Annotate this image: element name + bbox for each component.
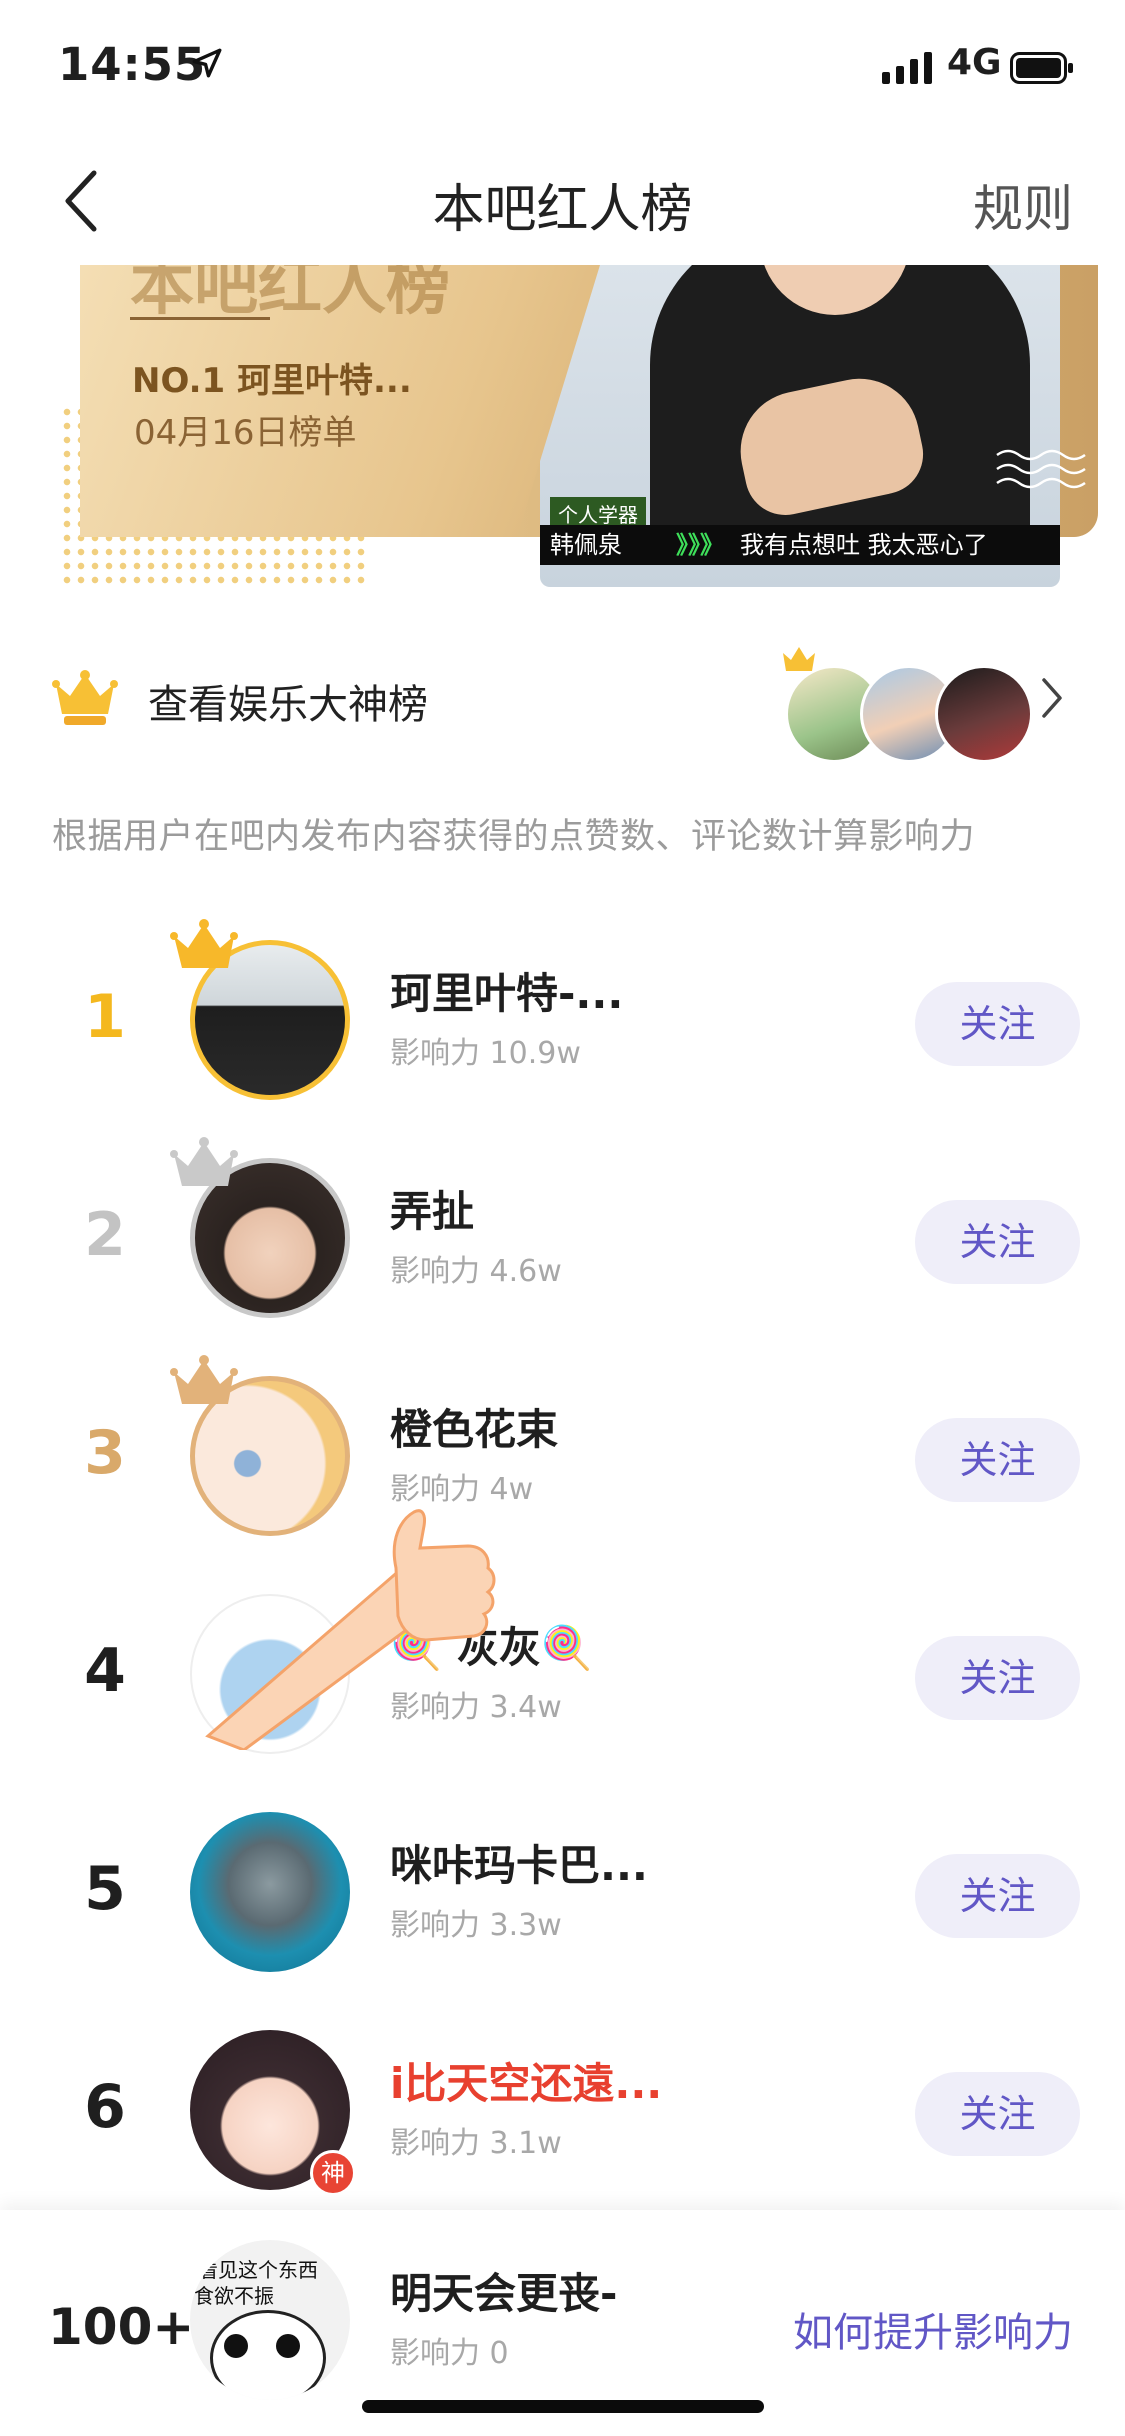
entertainment-avatar-stack <box>783 647 1033 763</box>
follow-button[interactable]: 关注 <box>915 982 1080 1066</box>
ranking-row[interactable]: 4 🍭 灰灰🍭 影响力 3.4w 关注 <box>0 1564 1125 1764</box>
crown-icon <box>52 670 118 725</box>
ranking-banner[interactable]: 个人学器 韩佩泉 》》》 我有点想吐 我太恶心了 本吧红人榜 NO.1 珂里叶特..… <box>60 250 1098 590</box>
ranking-row[interactable]: 5 咪咔玛卡巴... 影响力 3.3w 关注 <box>0 1782 1125 1982</box>
banner-top-user: NO.1 珂里叶特... <box>132 361 412 401</box>
status-time: 14:55 <box>58 38 207 91</box>
rank-number: 4 <box>84 1636 126 1706</box>
banner-caption-bar: 韩佩泉 》》》 我有点想吐 我太恶心了 <box>540 525 1060 565</box>
rules-link[interactable]: 规则 <box>973 169 1073 241</box>
ranking-description: 根据用户在吧内发布内容获得的点赞数、评论数计算影响力 <box>52 817 976 857</box>
my-user-name: 明天会更丧- <box>390 2269 618 2318</box>
status-bar: 14:55 4G <box>0 0 1125 135</box>
improve-influence-link[interactable]: 如何提升影响力 <box>793 2300 1073 2358</box>
banner-date: 04月16日榜单 <box>134 413 357 453</box>
user-name[interactable]: 咪咔玛卡巴... <box>390 1832 648 1893</box>
rank-number: 3 <box>84 1418 126 1488</box>
banner-divider <box>130 317 270 320</box>
my-influence-value: 影响力 0 <box>390 2336 509 2371</box>
ranking-row[interactable]: 6 神 i比天空还遠... 影响力 3.1w 关注 <box>0 2000 1125 2200</box>
avatar <box>935 665 1033 763</box>
god-badge: 神 <box>310 2150 356 2196</box>
signal-icon <box>882 52 932 84</box>
follow-button[interactable]: 关注 <box>915 1200 1080 1284</box>
thumbs-up-icon <box>205 1509 496 1750</box>
location-arrow-icon <box>192 48 222 78</box>
gold-crown-icon <box>170 919 238 968</box>
rank-number: 2 <box>84 1200 126 1270</box>
influence-value: 影响力 3.1w <box>390 2126 562 2161</box>
home-indicator[interactable] <box>362 2400 764 2413</box>
page-title: 本吧红人榜 <box>432 180 693 240</box>
banner-top-user-photo: 个人学器 韩佩泉 》》》 我有点想吐 我太恶心了 <box>540 265 1060 587</box>
influence-value: 影响力 10.9w <box>390 1036 581 1071</box>
my-avatar[interactable]: 看见这个东西 食欲不振 <box>190 2240 350 2400</box>
user-name[interactable]: 珂里叶特-... <box>390 960 623 1021</box>
wave-decoration-icon <box>996 449 1086 489</box>
crown-icon <box>783 647 815 671</box>
follow-button[interactable]: 关注 <box>915 1418 1080 1502</box>
my-rank-number: 100+ <box>48 2298 195 2356</box>
ranking-row[interactable]: 2 弄扯 影响力 4.6w 关注 <box>0 1128 1125 1328</box>
influence-value: 影响力 3.3w <box>390 1908 562 1943</box>
rank-number: 5 <box>84 1854 126 1924</box>
follow-button[interactable]: 关注 <box>915 1636 1080 1720</box>
follow-button[interactable]: 关注 <box>915 2072 1080 2156</box>
influence-value: 影响力 4.6w <box>390 1254 562 1289</box>
battery-icon <box>1010 52 1073 84</box>
network-type: 4G <box>947 42 1002 83</box>
bronze-crown-icon <box>170 1355 238 1404</box>
rank-number: 6 <box>84 2072 126 2142</box>
avatar[interactable] <box>190 1812 350 1972</box>
user-name[interactable]: 弄扯 <box>390 1178 474 1239</box>
entertainment-ranking-label: 查看娱乐大神榜 <box>148 682 428 728</box>
silver-crown-icon <box>170 1137 238 1186</box>
entertainment-ranking-row[interactable]: 查看娱乐大神榜 <box>0 640 1125 763</box>
rank-number: 1 <box>84 982 126 1052</box>
user-name[interactable]: i比天空还遠... <box>390 2050 662 2111</box>
ranking-row[interactable]: 1 珂里叶特-... 影响力 10.9w 关注 <box>0 910 1125 1110</box>
user-name[interactable]: 橙色花束 <box>390 1396 558 1457</box>
chevron-right-icon <box>1042 678 1062 718</box>
ranking-row[interactable]: 3 橙色花束 影响力 4w 关注 <box>0 1346 1125 1546</box>
nav-bar: 本吧红人榜 规则 <box>0 135 1125 265</box>
follow-button[interactable]: 关注 <box>915 1854 1080 1938</box>
